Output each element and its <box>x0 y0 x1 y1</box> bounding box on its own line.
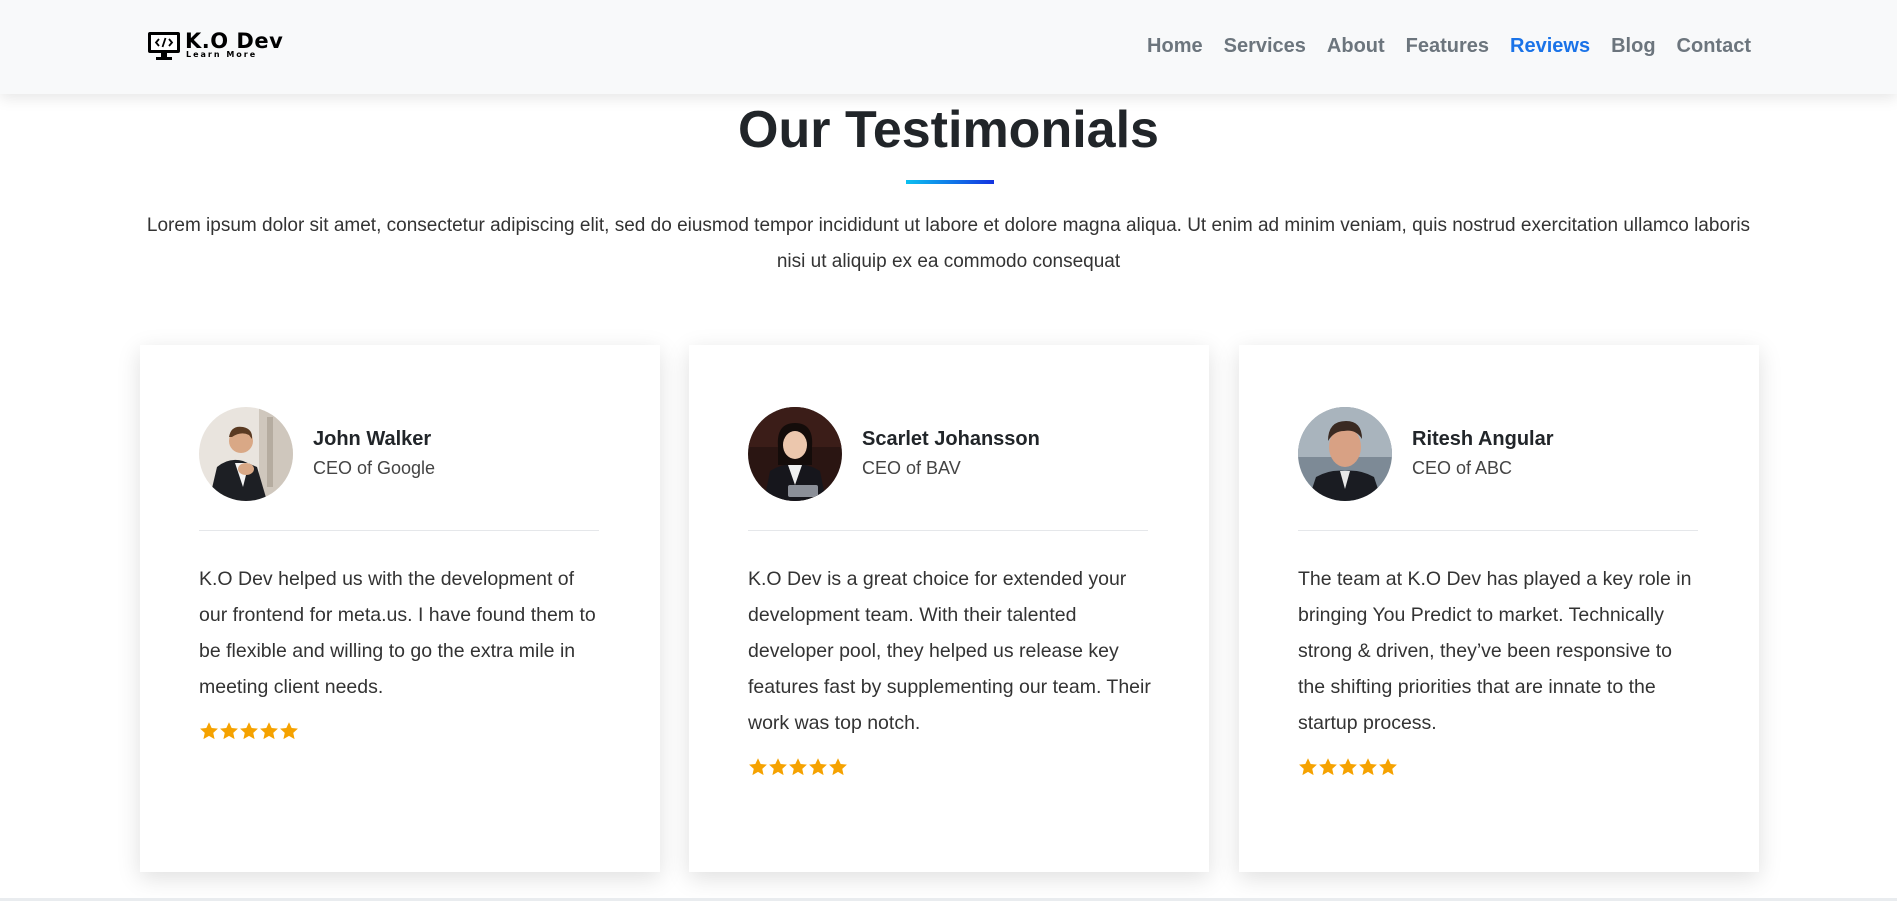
nav-link-reviews[interactable]: Reviews <box>1510 35 1590 57</box>
card-header: Scarlet Johansson CEO of BAV <box>748 407 1040 501</box>
card-divider <box>1298 530 1698 531</box>
star-icon <box>1359 758 1377 776</box>
star-icon <box>1319 758 1337 776</box>
star-icon <box>1379 758 1397 776</box>
title-underline <box>906 180 994 184</box>
reviewer-role: CEO of BAV <box>862 458 961 478</box>
card-divider <box>199 530 599 531</box>
monitor-code-icon <box>148 32 180 60</box>
star-icon <box>1339 758 1357 776</box>
star-icon <box>809 758 827 776</box>
card-header: Ritesh Angular CEO of ABC <box>1298 407 1554 501</box>
nav-link-contact[interactable]: Contact <box>1677 35 1751 57</box>
section-title: Our Testimonials <box>738 101 1159 159</box>
star-icon <box>280 722 298 740</box>
star-icon <box>260 722 278 740</box>
section-intro: Lorem ipsum dolor sit amet, consectetur … <box>146 215 1751 272</box>
rating-stars <box>1298 757 1703 777</box>
nav-link-home[interactable]: Home <box>1147 35 1203 57</box>
star-icon <box>769 758 787 776</box>
testimonial-quote: The team at K.O Dev has played a key rol… <box>1298 568 1692 734</box>
reviewer-role: CEO of ABC <box>1412 458 1513 478</box>
star-icon <box>240 722 258 740</box>
reviewer-name: Ritesh Angular <box>1412 428 1554 450</box>
avatar <box>1298 407 1392 501</box>
testimonial-quote: K.O Dev is a great choice for extended y… <box>748 568 1151 734</box>
card-body: The team at K.O Dev has played a key rol… <box>1298 561 1703 777</box>
brand-tagline: Learn More <box>186 50 258 59</box>
card-body: K.O Dev helped us with the development o… <box>199 561 604 741</box>
testimonial-card: Scarlet Johansson CEO of BAV K.O Dev is … <box>689 345 1209 872</box>
star-icon <box>200 722 218 740</box>
nav-link-blog[interactable]: Blog <box>1611 35 1655 57</box>
avatar <box>199 407 293 501</box>
card-divider <box>748 530 1148 531</box>
nav-link-about[interactable]: About <box>1327 35 1385 57</box>
rating-stars <box>748 757 1153 777</box>
reviewer-name: John Walker <box>313 428 432 450</box>
rating-stars <box>199 721 604 741</box>
navbar: K.O Dev Learn More Home Services About F… <box>0 0 1897 94</box>
nav-link-features[interactable]: Features <box>1406 35 1489 57</box>
star-icon <box>749 758 767 776</box>
testimonial-card: Ritesh Angular CEO of ABC The team at K.… <box>1239 345 1759 872</box>
avatar <box>748 407 842 501</box>
testimonial-card: John Walker CEO of Google K.O Dev helped… <box>140 345 660 872</box>
star-icon <box>789 758 807 776</box>
card-header: John Walker CEO of Google <box>199 407 435 501</box>
star-icon <box>829 758 847 776</box>
brand-name: K.O Dev <box>185 29 284 53</box>
brand-logo-link[interactable]: K.O Dev Learn More <box>147 31 283 61</box>
star-icon <box>220 722 238 740</box>
reviewer-name: Scarlet Johansson <box>862 428 1040 450</box>
testimonial-quote: K.O Dev helped us with the development o… <box>199 568 596 698</box>
reviewer-role: CEO of Google <box>313 458 436 478</box>
nav-link-services[interactable]: Services <box>1224 35 1306 57</box>
star-icon <box>1299 758 1317 776</box>
nav-menu: Home Services About Features Reviews Blo… <box>1126 35 1751 58</box>
card-body: K.O Dev is a great choice for extended y… <box>748 561 1153 777</box>
